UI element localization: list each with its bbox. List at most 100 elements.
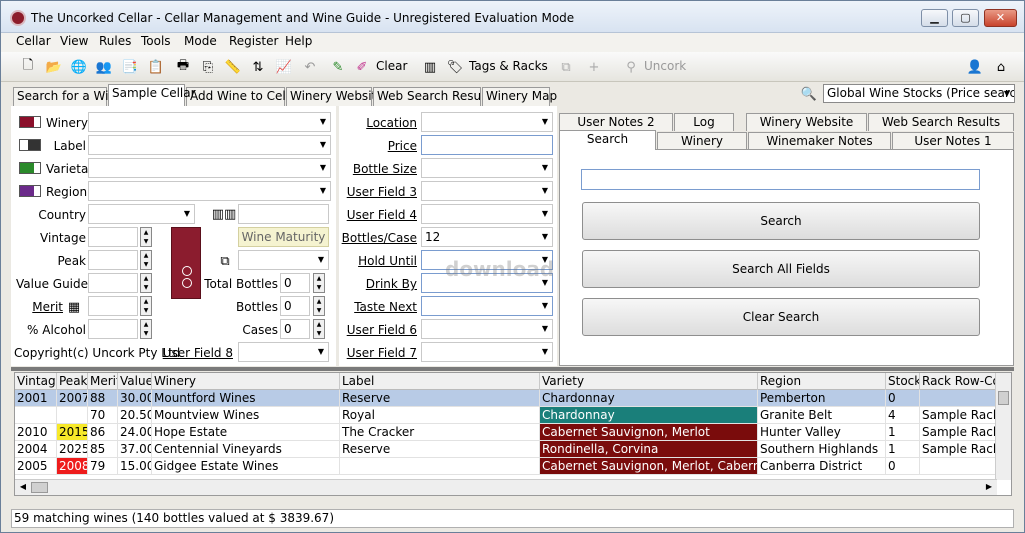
tab-web-search-results[interactable]: Web Search Results: [373, 87, 495, 106]
cell-label[interactable]: Royal: [340, 407, 540, 424]
tab-search[interactable]: Search: [559, 130, 656, 150]
tag-icon[interactable]: 🏷: [445, 57, 465, 77]
tab-winery[interactable]: Winery: [657, 132, 747, 150]
cell-label[interactable]: [340, 458, 540, 475]
tab-winery-website[interactable]: Winery Website: [286, 87, 384, 106]
cell-stock[interactable]: 4: [886, 407, 920, 424]
winery-select[interactable]: ▼: [88, 112, 331, 132]
cases-spinner[interactable]: ▲ ▼: [313, 319, 325, 339]
eraser-icon[interactable]: ✐: [352, 57, 372, 77]
column-header-peak[interactable]: Peak: [57, 373, 88, 390]
new-file-icon[interactable]: 🗋: [18, 57, 38, 77]
cell-variety[interactable]: Chardonnay: [540, 390, 758, 407]
cell-variety[interactable]: Rondinella, Corvina: [540, 441, 758, 458]
vintage-spinner[interactable]: ▲ ▼: [140, 227, 152, 247]
cell-vintage[interactable]: [15, 407, 57, 424]
cell-value[interactable]: 37.00: [118, 441, 152, 458]
tags-racks-button[interactable]: Tags & Racks: [469, 59, 548, 73]
bottles-case-select[interactable]: 12 ▼: [421, 227, 553, 247]
cell-rack[interactable]: Sample Rack:2: [920, 441, 1000, 458]
region-select[interactable]: ▼: [88, 181, 331, 201]
total-bottles-spinner[interactable]: ▲ ▼: [313, 273, 325, 293]
menu-help[interactable]: Help: [285, 34, 312, 48]
pen-icon[interactable]: ✎: [328, 57, 348, 77]
user-field-3-label[interactable]: User Field 3: [341, 185, 417, 199]
cell-peak[interactable]: [57, 407, 88, 424]
plus-icon[interactable]: +: [584, 57, 604, 77]
column-header-variety[interactable]: Variety: [540, 373, 758, 390]
table-row[interactable]: 2005 2008 79 15.00 Gidgee Estate Wines Cabern…: [15, 458, 1000, 475]
varietal-select[interactable]: ▼: [88, 158, 331, 178]
clear-search-button[interactable]: Clear Search: [582, 298, 980, 336]
cell-merit[interactable]: 85: [88, 441, 118, 458]
peak-spinner[interactable]: ▲ ▼: [140, 250, 152, 270]
cell-stock[interactable]: 0: [886, 390, 920, 407]
maximize-button[interactable]: ▢: [952, 9, 979, 27]
peak-input[interactable]: [88, 250, 138, 270]
country-select[interactable]: ▼: [88, 204, 195, 224]
cell-value[interactable]: 20.50: [118, 407, 152, 424]
user-field-3-select[interactable]: ▼: [421, 181, 553, 201]
barcode-icon[interactable]: ▥▥: [209, 204, 239, 224]
hscroll-thumb[interactable]: [31, 482, 48, 493]
cell-rack[interactable]: [920, 458, 1000, 475]
tab-winery-map[interactable]: Winery Map: [482, 87, 557, 106]
cell-stock[interactable]: 1: [886, 424, 920, 441]
cell-vintage[interactable]: 2010: [15, 424, 57, 441]
cell-region[interactable]: Pemberton: [758, 390, 886, 407]
export-icon[interactable]: 📑: [120, 57, 140, 77]
taste-next-select[interactable]: ▼: [421, 296, 553, 316]
print-icon[interactable]: 🖶: [173, 57, 193, 77]
cell-peak[interactable]: 2015: [57, 424, 88, 441]
table-row[interactable]: 2004 2025 85 37.00 Centennial Vineyards Reser…: [15, 441, 1000, 458]
cell-rack[interactable]: Sample Rack:1: [920, 424, 1000, 441]
cell-vintage[interactable]: 2005: [15, 458, 57, 475]
tab-web-search-results-right[interactable]: Web Search Results: [868, 113, 1014, 131]
cell-winery[interactable]: Hope Estate: [152, 424, 340, 441]
cell-winery[interactable]: Gidgee Estate Wines: [152, 458, 340, 475]
user-field-6-label[interactable]: User Field 6: [341, 323, 417, 337]
close-button[interactable]: ✕: [984, 9, 1017, 27]
bottles-case-label[interactable]: Bottles/Case: [341, 231, 417, 245]
users-icon[interactable]: 👥: [94, 57, 114, 77]
tab-winemaker-notes[interactable]: Winemaker Notes: [748, 132, 891, 150]
cell-variety[interactable]: Cabernet Sauvignon, Merlot: [540, 424, 758, 441]
search-input[interactable]: [581, 169, 980, 190]
cell-peak[interactable]: 2007: [57, 390, 88, 407]
cell-value[interactable]: 15.00: [118, 458, 152, 475]
search-button[interactable]: Search: [582, 202, 980, 240]
cell-merit[interactable]: 79: [88, 458, 118, 475]
stack-icon[interactable]: ⧉: [215, 251, 235, 271]
cell-merit[interactable]: 70: [88, 407, 118, 424]
tab-winery-website-right[interactable]: Winery Website: [746, 113, 867, 131]
hold-until-label[interactable]: Hold Until: [341, 254, 417, 268]
open-folder-icon[interactable]: 📂: [44, 57, 64, 77]
location-select[interactable]: ▼: [421, 112, 553, 132]
menu-register[interactable]: Register: [229, 34, 278, 48]
cell-region[interactable]: Hunter Valley: [758, 424, 886, 441]
total-bottles-input[interactable]: 0: [280, 273, 310, 293]
column-header-rack[interactable]: Rack Row-Colu: [920, 373, 1000, 390]
corkscrew-icon[interactable]: ⚲: [621, 57, 641, 77]
clear-button[interactable]: Clear: [376, 59, 407, 73]
web-folder-icon[interactable]: 🌐: [69, 57, 89, 77]
splitter-bar[interactable]: [11, 367, 1014, 371]
home-icon[interactable]: ⌂: [991, 57, 1011, 77]
cell-vintage[interactable]: 2001: [15, 390, 57, 407]
cell-winery[interactable]: Mountview Wines: [152, 407, 340, 424]
user-field-7-label[interactable]: User Field 7: [341, 346, 417, 360]
vertical-scrollbar[interactable]: [995, 373, 1011, 480]
column-header-region[interactable]: Region: [758, 373, 886, 390]
table-row[interactable]: 2001 2007 88 30.00 Mountford Wines Reserve Cha…: [15, 390, 1000, 407]
value-guide-input[interactable]: [88, 273, 138, 293]
user-field-4-select[interactable]: ▼: [421, 204, 553, 224]
chart-icon[interactable]: 📈: [274, 57, 294, 77]
merit-input[interactable]: [88, 296, 138, 316]
cell-variety[interactable]: Cabernet Sauvignon, Merlot, Cabernet Fra…: [540, 458, 758, 475]
merit-scale-icon[interactable]: ▦: [65, 297, 83, 317]
scrollbar-thumb[interactable]: [998, 391, 1009, 405]
tab-add-wine-to-cellar[interactable]: Add Wine to Cellar: [186, 87, 301, 106]
cell-merit[interactable]: 86: [88, 424, 118, 441]
user-field-4-label[interactable]: User Field 4: [341, 208, 417, 222]
user-field-7-select[interactable]: ▼: [421, 342, 553, 362]
